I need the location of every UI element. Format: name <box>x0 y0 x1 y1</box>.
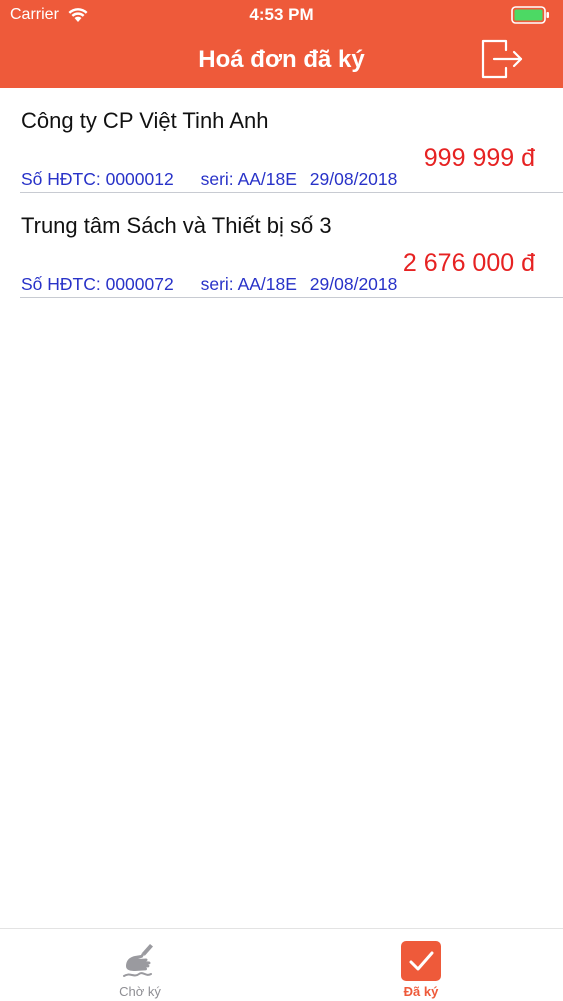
invoice-seri: seri: AA/18E <box>200 274 297 294</box>
logout-button[interactable] <box>479 36 527 82</box>
checkmark-icon <box>401 941 441 981</box>
status-time: 4:53 PM <box>249 5 314 24</box>
invoice-amount: 999 999 đ <box>423 144 535 172</box>
invoice-number: Số HĐTC: 0000072 <box>21 274 174 294</box>
invoice-list: Công ty CP Việt Tinh Anh 999 999 đ Số HĐ… <box>0 88 563 298</box>
tab-label: Chờ ký <box>119 984 161 999</box>
tab-label: Đã ký <box>403 984 439 999</box>
invoice-seri: seri: AA/18E <box>200 169 297 189</box>
signing-hand-icon <box>123 944 153 977</box>
battery-icon <box>511 6 549 24</box>
invoice-company-name: Công ty CP Việt Tinh Anh <box>21 108 269 133</box>
invoice-row[interactable]: Công ty CP Việt Tinh Anh 999 999 đ Số HĐ… <box>20 88 563 193</box>
invoice-meta: Số HĐTC: 0000072 seri: AA/18E 29/08/2018 <box>21 274 397 295</box>
invoice-row[interactable]: Trung tâm Sách và Thiết bị số 3 2 676 00… <box>20 193 563 298</box>
tab-pending-signature[interactable]: Chờ ký <box>70 929 210 1001</box>
invoice-number: Số HĐTC: 0000012 <box>21 169 174 189</box>
invoice-amount: 2 676 000 đ <box>402 249 535 277</box>
invoice-date: 29/08/2018 <box>309 169 398 189</box>
invoice-meta: Số HĐTC: 0000012 seri: AA/18E 29/08/2018 <box>21 169 397 190</box>
navigation-bar: Hoá đơn đã ký <box>0 30 563 88</box>
logout-icon <box>481 39 523 79</box>
invoice-date: 29/08/2018 <box>309 274 398 294</box>
tab-signed[interactable]: Đã ký <box>351 929 491 1001</box>
invoice-company-name: Trung tâm Sách và Thiết bị số 3 <box>21 213 332 238</box>
tab-bar: Chờ ký Đã ký <box>0 928 563 1001</box>
status-bar: Carrier 4:53 PM <box>0 0 563 30</box>
